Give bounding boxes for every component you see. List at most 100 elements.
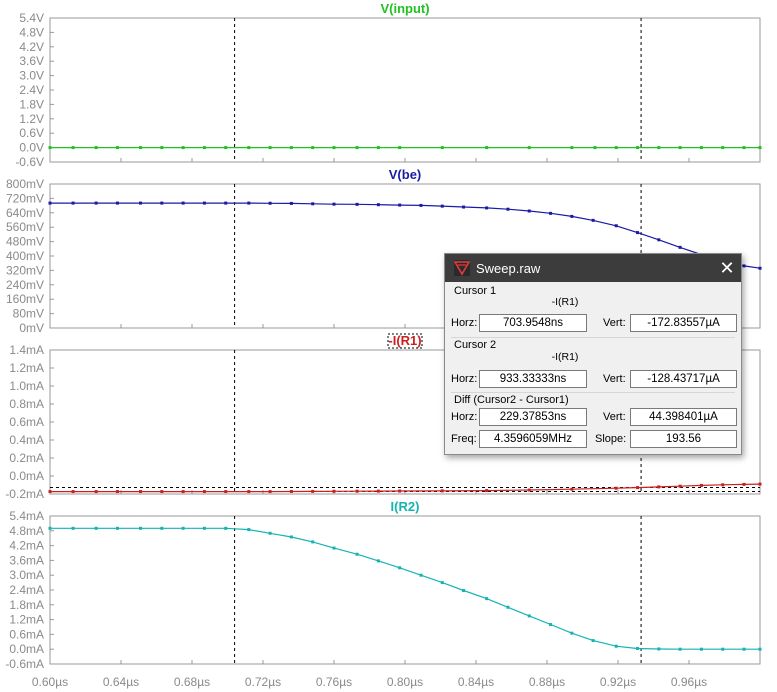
dialog-title: Sweep.raw (476, 260, 541, 276)
cursor2-trace-label: -I(R1) (551, 351, 579, 363)
data-point (268, 531, 272, 535)
data-point (527, 614, 531, 618)
data-point (657, 146, 661, 150)
data-point (485, 206, 489, 210)
data-point (94, 490, 98, 494)
data-point (591, 218, 595, 222)
data-point (398, 146, 402, 150)
x-tick-label: 0.92µs (600, 675, 636, 689)
data-point (440, 489, 444, 493)
data-point (527, 209, 531, 213)
data-point (160, 526, 164, 530)
cursor2-vert-field[interactable]: -128.43717µA (630, 370, 737, 388)
dialog-title-bar[interactable]: Sweep.raw ✕ (445, 254, 741, 282)
data-point (224, 490, 228, 494)
y-tick-label: 1.8V (19, 97, 44, 111)
cursor1-horz-label: Horz: (451, 317, 478, 329)
data-point (376, 146, 380, 150)
cursor2-vert-label: Vert: (603, 373, 626, 385)
y-tick-label: 0.2mA (9, 451, 44, 465)
data-point (289, 146, 293, 150)
data-point (591, 639, 595, 643)
diff-freq-field[interactable]: 4.3596059MHz (479, 430, 587, 448)
data-point (224, 146, 228, 150)
diff-vert-field[interactable]: 44.398401µA (630, 408, 737, 426)
data-point (462, 588, 466, 592)
y-tick-label: 4.8mA (9, 524, 44, 538)
data-point (636, 646, 640, 650)
data-point (485, 597, 489, 601)
data-point (268, 490, 272, 494)
data-point (678, 484, 682, 488)
data-point (181, 526, 185, 530)
data-point (247, 146, 251, 150)
y-tick-label: 1.2mA (9, 613, 44, 627)
data-point (160, 146, 164, 150)
data-point (758, 146, 762, 150)
y-tick-label: 0.0mA (9, 469, 44, 483)
y-tick-label: 560mV (6, 220, 44, 234)
y-tick-label: 400mV (6, 249, 44, 263)
cursor1-vert-field[interactable]: -172.83557µA (630, 314, 737, 332)
data-point (139, 526, 143, 530)
data-point (742, 146, 746, 150)
data-point (48, 490, 52, 494)
data-point (721, 647, 725, 651)
y-tick-label: 1.8mA (9, 598, 44, 612)
data-point (115, 201, 119, 205)
data-point (71, 526, 75, 530)
x-tick-label: 0.76µs (316, 675, 352, 689)
data-point (614, 146, 618, 150)
y-tick-label: 2.4mA (9, 583, 44, 597)
y-tick-label: -0.6mA (5, 657, 44, 671)
data-point (742, 482, 746, 486)
x-tick-label: 0.68µs (174, 675, 210, 689)
data-point (636, 486, 640, 490)
data-point (657, 647, 661, 651)
data-point (636, 231, 640, 235)
diff-horz-field[interactable]: 229.37853ns (479, 408, 587, 426)
data-point (721, 146, 725, 150)
data-point (71, 201, 75, 205)
cursor1-horz-field[interactable]: 703.9548ns (479, 314, 587, 332)
data-point (699, 647, 703, 651)
data-point (202, 526, 206, 530)
data-point (758, 647, 762, 651)
data-point (549, 623, 553, 627)
cursor1-trace-label: -I(R1) (551, 296, 579, 308)
ltspice-app-icon (454, 260, 470, 276)
data-point (247, 201, 251, 205)
data-point (202, 146, 206, 150)
cursor1-vert-label: Vert: (603, 317, 626, 329)
x-tick-label: 0.72µs (245, 675, 281, 689)
data-point (224, 526, 228, 530)
data-point (419, 203, 423, 207)
data-point (570, 487, 574, 491)
data-point (139, 490, 143, 494)
y-tick-label: 160mV (6, 292, 44, 306)
data-point (742, 647, 746, 651)
data-point (224, 201, 228, 205)
cursor-dialog[interactable]: Sweep.raw ✕ Cursor 1 -I(R1) Horz: 703.95… (444, 253, 742, 455)
separator (451, 337, 735, 338)
data-point (614, 224, 618, 228)
data-point (332, 146, 336, 150)
y-tick-label: 5.4mA (9, 509, 44, 523)
data-point (570, 631, 574, 635)
y-tick-label: 0.0mA (9, 642, 44, 656)
data-point (355, 146, 359, 150)
y-tick-label: 80mV (13, 307, 44, 321)
data-point (202, 490, 206, 494)
data-point (758, 266, 762, 270)
data-point (139, 146, 143, 150)
y-tick-label: 720mV (6, 191, 44, 205)
data-point (94, 201, 98, 205)
close-icon[interactable]: ✕ (713, 254, 741, 282)
data-point (485, 489, 489, 493)
cursor2-horz-field[interactable]: 933.33333ns (479, 370, 587, 388)
data-point (398, 489, 402, 493)
diff-slope-field[interactable]: 193.56 (630, 430, 737, 448)
data-point (289, 489, 293, 493)
cursor2-horz-label: Horz: (451, 373, 478, 385)
data-point (398, 566, 402, 570)
